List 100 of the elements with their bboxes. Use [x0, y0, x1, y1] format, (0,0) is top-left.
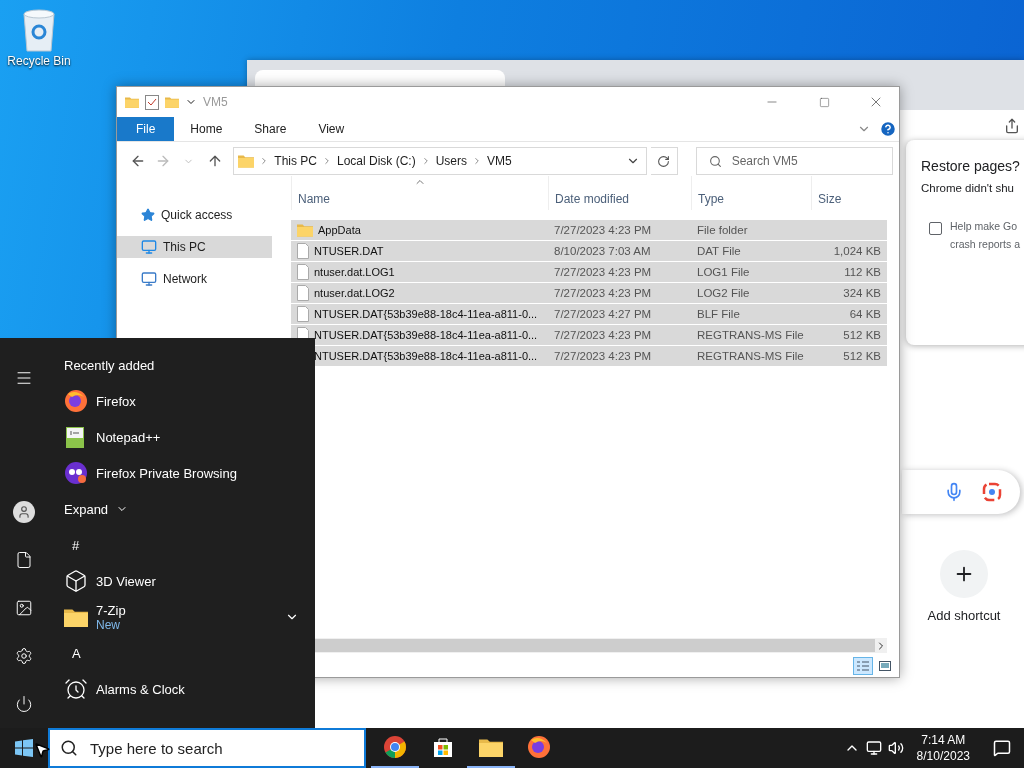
- size-cell-text: 64 KB: [848, 308, 882, 320]
- column-header[interactable]: Type: [691, 176, 811, 210]
- search-icon: [708, 154, 722, 168]
- file-name: NTUSER.DAT{53b39e88-18c4-11ea-a811-0...: [314, 350, 538, 362]
- breadcrumb[interactable]: VM5: [487, 154, 512, 168]
- type-cell-text: BLF File: [696, 308, 741, 320]
- column-header[interactable]: Date modified: [548, 176, 691, 210]
- app-item[interactable]: 7-Zip New: [64, 599, 299, 635]
- monitor-icon: [141, 239, 157, 255]
- file-icon: [297, 306, 309, 322]
- ribbon-tab[interactable]: View: [302, 117, 361, 141]
- column-header[interactable]: Size: [811, 176, 887, 210]
- alarm-clock-icon: [64, 677, 88, 701]
- taskbar-search-field[interactable]: Type here to search: [48, 728, 366, 768]
- list-icon: [857, 661, 869, 671]
- date-cell-text: 7/27/2023 4:23 PM: [553, 350, 653, 362]
- date-cell-text: 7/27/2023 4:23 PM: [553, 287, 653, 299]
- file-icon: [297, 285, 309, 301]
- file-icon: [297, 243, 309, 259]
- share-icon[interactable]: [1004, 118, 1020, 134]
- nav-item[interactable]: Quick access: [117, 204, 272, 226]
- date-cell-text: 7/27/2023 4:23 PM: [553, 266, 653, 278]
- size-cell-text: 1,024 KB: [832, 245, 882, 257]
- refresh-icon: [657, 154, 671, 168]
- app-name: Notepad++: [96, 429, 161, 445]
- file-name: NTUSER.DAT{53b39e88-18c4-11ea-a811-0...: [314, 329, 538, 341]
- mask-icon: [64, 461, 88, 485]
- windows-logo-icon: [15, 739, 33, 757]
- search-field[interactable]: Search VM5: [695, 147, 894, 175]
- document-icon: [15, 551, 33, 569]
- file-name: NTUSER.DAT{53b39e88-18c4-11ea-a811-0...: [314, 308, 538, 320]
- camera-lens-icon[interactable]: [982, 482, 1002, 502]
- type-cell-text: LOG2 File: [696, 287, 751, 299]
- size-cell-text: 112 KB: [843, 266, 882, 278]
- file-icon: [297, 264, 309, 280]
- nav-item[interactable]: Network: [117, 268, 272, 290]
- date-cell-text: 7/27/2023 4:23 PM: [553, 329, 653, 341]
- letter-header[interactable]: #: [64, 537, 80, 553]
- shortcut-label: Add shortcut: [927, 608, 1001, 623]
- file-name: ntuser.dat.LOG2: [314, 287, 395, 299]
- date-cell-text: 8/10/2023 7:03 AM: [553, 245, 652, 257]
- mouse-pointer-icon: [33, 741, 51, 759]
- address-bar[interactable]: This PC Local Disk (C:) Users VM5: [233, 147, 648, 175]
- size-cell-text: 324 KB: [842, 287, 882, 299]
- refresh-button[interactable]: [651, 147, 678, 175]
- app-item[interactable]: 3D Viewer: [64, 563, 299, 599]
- ribbon-tab[interactable]: Home: [174, 117, 239, 141]
- desktop-icon-label: Recycle Bin: [7, 54, 71, 68]
- breadcrumb[interactable]: This PC: [274, 154, 317, 168]
- nav-item[interactable]: This PC: [117, 236, 272, 258]
- folder-icon: [165, 96, 179, 108]
- file-row[interactable]: NTUSER.DAT{53b39e88-18c4-11ea-a811-0... 7/27/2023 4:27 PM BLF File 64 KB: [291, 304, 887, 324]
- breadcrumb[interactable]: Local Disk (C:): [337, 154, 416, 168]
- app-item[interactable]: Firefox: [64, 383, 299, 419]
- volume-icon[interactable]: [887, 740, 904, 756]
- folder-icon: [297, 223, 313, 237]
- type-cell-text: DAT File: [696, 245, 742, 257]
- network-icon[interactable]: [865, 740, 882, 756]
- add-shortcut-button[interactable]: [940, 550, 988, 598]
- file-row[interactable]: NTUSER.DAT 8/10/2023 7:03 AM DAT File 1,024 KB: [291, 241, 887, 261]
- file-row[interactable]: NTUSER.DAT{53b39e88-18c4-11ea-a811-0... 7/27/2023 4:23 PM REGTRANS-MS File 512 KB: [291, 325, 887, 345]
- size-cell-text: 512 KB: [842, 329, 882, 341]
- file-row[interactable]: ntuser.dat.LOG2 7/27/2023 4:23 PM LOG2 File 324 KB: [291, 283, 887, 303]
- new-label: New: [96, 617, 120, 632]
- file-name: AppData: [318, 224, 361, 236]
- file-menu-button[interactable]: File: [117, 117, 175, 141]
- file-row[interactable]: AppData 7/27/2023 4:23 PM File folder: [291, 220, 887, 240]
- app-name: Firefox: [96, 393, 136, 409]
- type-cell-text: REGTRANS-MS File: [696, 329, 805, 341]
- ribbon-tab[interactable]: Share: [238, 117, 303, 141]
- app-item[interactable]: Notepad++: [64, 419, 299, 455]
- file-name: ntuser.dat.LOG1: [314, 266, 395, 278]
- type-cell-text: REGTRANS-MS File: [696, 350, 805, 362]
- file-row[interactable]: ntuser.dat.LOG1 7/27/2023 4:23 PM LOG1 File 112 KB: [291, 262, 887, 282]
- expand-button[interactable]: Expand: [64, 491, 299, 527]
- app-item[interactable]: Firefox Private Browsing: [64, 455, 299, 491]
- recycle-bin-icon[interactable]: [20, 8, 58, 52]
- power-icon: [15, 695, 33, 713]
- checkbox-label: Help make Go: [950, 220, 1018, 232]
- search-bar[interactable]: [902, 470, 1020, 514]
- type-cell-text: File folder: [696, 224, 749, 236]
- properties-icon[interactable]: [145, 94, 159, 110]
- menu-icon: [15, 369, 33, 387]
- checkbox[interactable]: [929, 222, 942, 235]
- help-icon[interactable]: [879, 120, 897, 138]
- folder-icon: [64, 606, 88, 628]
- search-icon: [60, 739, 78, 757]
- microphone-icon[interactable]: [944, 482, 964, 502]
- app-item[interactable]: Alarms & Clock: [64, 671, 299, 707]
- column-header[interactable]: Name: [291, 176, 548, 210]
- type-cell-text: LOG1 File: [696, 266, 751, 278]
- letter-header[interactable]: A: [64, 645, 81, 661]
- folder-icon: [125, 96, 139, 108]
- firefox-icon: [64, 389, 88, 413]
- app-name: Alarms & Clock: [96, 681, 185, 697]
- firefox-icon: [527, 735, 551, 759]
- breadcrumb[interactable]: Users: [435, 154, 468, 168]
- date-cell-text: 7/27/2023 4:27 PM: [553, 308, 653, 320]
- chrome-icon: [383, 735, 407, 759]
- clock[interactable]: 7:14 AM 8/10/2023: [906, 733, 980, 763]
